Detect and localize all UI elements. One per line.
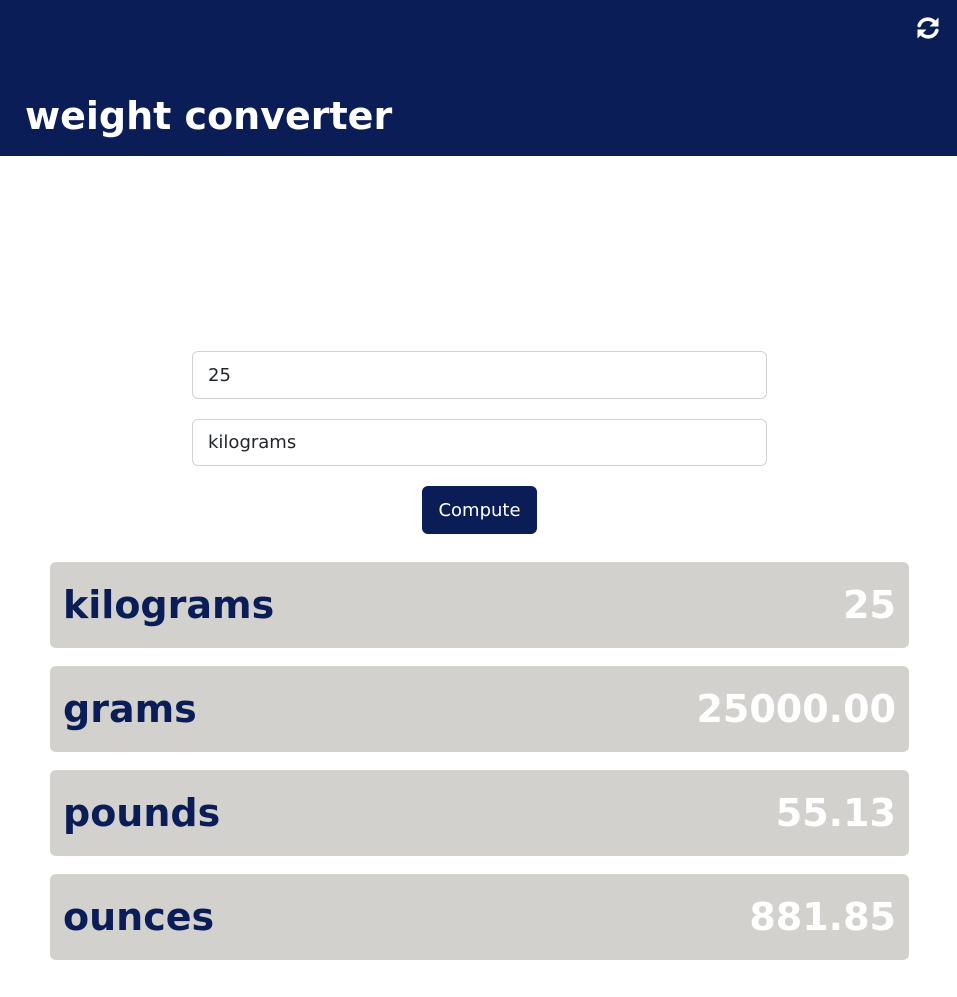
compute-button[interactable]: Compute [422,486,537,534]
weight-value-input[interactable] [192,351,767,399]
result-row-kilograms: kilograms 25 [50,562,909,648]
result-row-grams: grams 25000.00 [50,666,909,752]
result-value: 881.85 [749,895,896,939]
refresh-button[interactable] [913,13,943,43]
result-unit-label: pounds [63,791,221,835]
refresh-icon [917,17,939,39]
result-unit-label: kilograms [63,583,275,627]
results-list: kilograms 25 grams 25000.00 pounds 55.13… [50,562,909,978]
unit-input[interactable] [192,419,767,466]
result-row-pounds: pounds 55.13 [50,770,909,856]
page-title: weight converter [25,94,393,138]
result-unit-label: ounces [63,895,215,939]
result-value: 25000.00 [696,687,896,731]
result-row-ounces: ounces 881.85 [50,874,909,960]
result-value: 25 [843,583,896,627]
result-value: 55.13 [775,791,896,835]
app-header: weight converter [0,0,957,156]
result-unit-label: grams [63,687,197,731]
